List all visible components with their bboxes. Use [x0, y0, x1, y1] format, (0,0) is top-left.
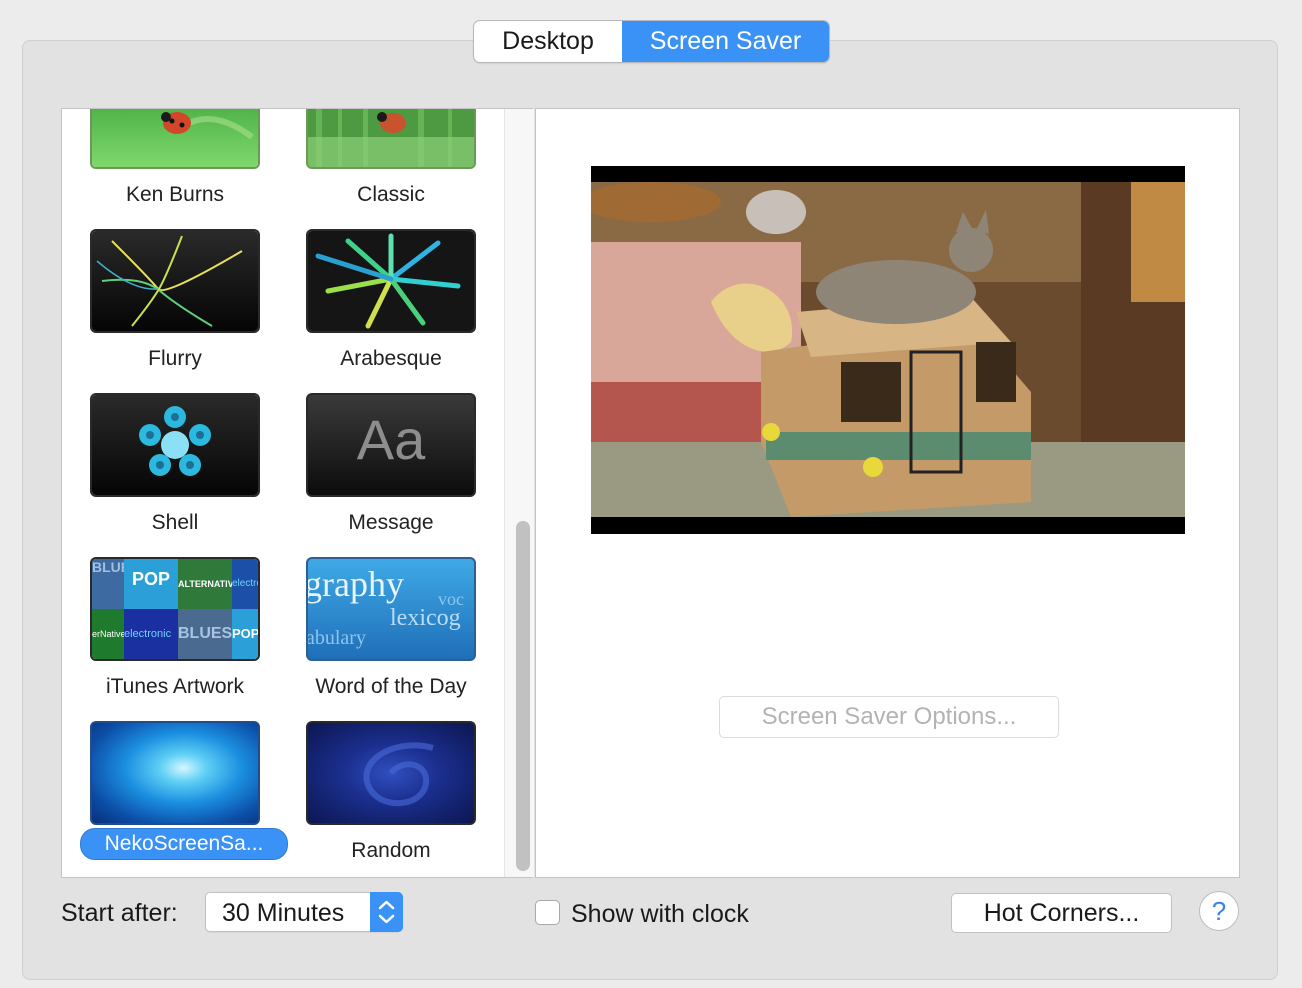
itunes-artwork-thumbnail: BLUES POP ALTERNATIVE electronic erNativ… [90, 557, 260, 661]
preview-pane: Screen Saver Options... [535, 108, 1240, 878]
saver-label: Classic [357, 183, 425, 206]
saver-label: Arabesque [340, 347, 442, 370]
saver-item-shell[interactable]: Shell [72, 393, 262, 543]
saver-label: Random [351, 839, 431, 862]
word-text: lexicog [390, 605, 461, 631]
word-text: abulary [306, 627, 366, 649]
saver-label: Flurry [148, 347, 202, 370]
saver-item-random[interactable]: Random [288, 721, 478, 871]
start-after-label: Start after: [61, 899, 178, 927]
preview-video [591, 166, 1185, 534]
hot-corners-button[interactable]: Hot Corners... [951, 893, 1172, 933]
help-button[interactable]: ? [1199, 891, 1239, 931]
cat-scene-image [591, 182, 1185, 517]
shell-thumbnail [90, 393, 260, 497]
artwork-tile: ALTERNATIVE [178, 559, 232, 609]
saver-label: iTunes Artwork [105, 675, 245, 698]
artwork-tile: BLUES [92, 559, 124, 609]
saver-label: NekoScreenSa... [80, 828, 288, 860]
message-thumbnail: Aa [306, 393, 476, 497]
artwork-tile: POP [124, 559, 178, 609]
artwork-tile: POP [232, 609, 258, 659]
saver-item-itunes-artwork[interactable]: BLUES POP ALTERNATIVE electronic erNativ… [72, 557, 262, 707]
show-clock-checkbox[interactable] [535, 900, 560, 925]
artwork-tile: electronic [232, 559, 258, 609]
saver-item-neko[interactable]: NekoScreenSa... [72, 721, 288, 871]
saver-item-flurry[interactable]: Flurry [72, 229, 262, 379]
message-glyph: Aa [356, 408, 426, 471]
show-clock-label[interactable]: Show with clock [571, 897, 749, 931]
saver-label: Ken Burns [125, 183, 225, 206]
popup-stepper-icon[interactable] [370, 892, 403, 932]
start-after-value: 30 Minutes [222, 899, 345, 927]
artwork-tile: erNative [92, 609, 124, 659]
tab-bar: Desktop Screen Saver [473, 20, 830, 63]
saver-item-classic[interactable]: Classic [288, 109, 478, 215]
tab-screen-saver[interactable]: Screen Saver [622, 21, 829, 62]
artwork-tile: electronic [124, 609, 178, 659]
random-thumbnail [306, 721, 476, 825]
saver-label: Message [348, 511, 434, 534]
arabesque-thumbnail [306, 229, 476, 333]
artwork-tile: BLUES [178, 609, 232, 659]
word-of-the-day-thumbnail: graphy voc lexicog abulary [306, 557, 476, 661]
saver-item-message[interactable]: Aa Message [288, 393, 478, 543]
flurry-thumbnail [90, 229, 260, 333]
screen-saver-options-button[interactable]: Screen Saver Options... [719, 696, 1059, 738]
start-after-popup[interactable]: 30 Minutes [205, 892, 403, 932]
screen-saver-list[interactable]: Ken Burns Classic Flurry Arabesque Shell… [61, 108, 533, 878]
saver-item-arabesque[interactable]: Arabesque [288, 229, 478, 379]
tab-desktop[interactable]: Desktop [474, 21, 622, 62]
saver-item-ken-burns[interactable]: Ken Burns [72, 109, 262, 215]
saver-item-word-of-the-day[interactable]: graphy voc lexicog abulary Word of the D… [288, 557, 478, 707]
neko-thumbnail [90, 721, 260, 825]
list-scrollbar[interactable] [504, 109, 534, 877]
ken-burns-thumbnail [90, 109, 260, 169]
saver-label: Shell [151, 511, 199, 534]
word-text: graphy [306, 564, 404, 604]
saver-label: Word of the Day [315, 675, 467, 698]
classic-thumbnail [306, 109, 476, 169]
list-scrollbar-thumb[interactable] [516, 521, 530, 871]
